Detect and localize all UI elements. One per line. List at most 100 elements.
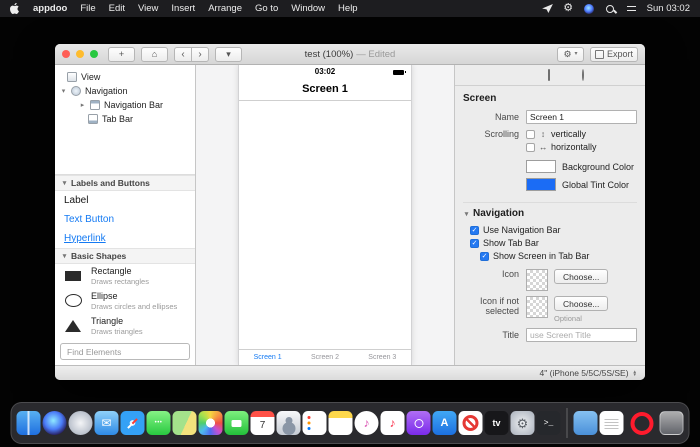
design-canvas[interactable]: 03:02 Screen 1 Screen 1 Screen 2 Screen … <box>196 65 454 365</box>
outline-item-view[interactable]: View <box>55 70 195 84</box>
apple-menu-icon[interactable] <box>10 3 21 15</box>
find-elements-field[interactable] <box>60 343 190 360</box>
dock-textedit-icon[interactable] <box>599 411 624 435</box>
outline-item-tab-bar[interactable]: Tab Bar <box>55 112 195 126</box>
menubar-clock[interactable]: Sun 03:02 <box>647 3 690 14</box>
search-input[interactable] <box>65 345 185 358</box>
dock-itunes-icon[interactable] <box>354 411 379 435</box>
phone-tab-screen-3[interactable]: Screen 3 <box>354 350 411 365</box>
dock-siri-icon[interactable] <box>42 411 67 435</box>
outline-item-navigation[interactable]: ▾ Navigation <box>55 84 195 98</box>
gear-menu-icon[interactable]: ⚙ <box>563 3 574 15</box>
dock-maps-icon[interactable] <box>172 411 197 435</box>
dock-opera-icon[interactable] <box>630 411 653 435</box>
dock-podcasts-icon[interactable] <box>406 411 431 435</box>
dock-tv-icon[interactable] <box>484 411 509 435</box>
dock-safari-icon[interactable] <box>120 411 145 435</box>
siri-icon[interactable] <box>584 3 595 15</box>
dock-notes-icon[interactable] <box>328 411 353 435</box>
shape-name: Rectangle <box>91 265 132 276</box>
forward-button[interactable]: › <box>191 46 209 62</box>
choose-unselected-icon-button[interactable]: Choose... <box>554 296 609 311</box>
zoom-window-button[interactable] <box>90 50 98 58</box>
tab-icon-well[interactable] <box>526 269 548 291</box>
dock-reminders-icon[interactable] <box>302 411 327 435</box>
background-color-well[interactable] <box>526 160 556 173</box>
menu-file[interactable]: File <box>80 3 95 14</box>
library-item-triangle[interactable]: Triangle Draws triangles <box>55 313 195 338</box>
library-item-text-button[interactable]: Text Button <box>55 210 195 229</box>
menu-help[interactable]: Help <box>338 3 358 14</box>
global-tint-color-well[interactable] <box>526 178 556 191</box>
scroll-horizontally-checkbox[interactable] <box>526 142 535 152</box>
shape-name: Triangle <box>91 315 124 326</box>
dock-facetime-icon[interactable] <box>224 411 249 435</box>
navigation-icon <box>71 86 81 96</box>
library-item-label[interactable]: Label <box>55 191 195 210</box>
menu-arrange[interactable]: Arrange <box>208 3 242 14</box>
dock-music-icon[interactable] <box>380 411 405 435</box>
menu-go-to[interactable]: Go to <box>255 3 278 14</box>
tab-transition-icon[interactable] <box>582 69 584 81</box>
unselected-icon-well[interactable] <box>526 296 548 318</box>
library-section-labels-and-buttons[interactable]: ▾ Labels and Buttons <box>55 175 195 191</box>
scroll-vertically-checkbox[interactable] <box>526 129 535 139</box>
dock-launchpad-icon[interactable] <box>68 411 93 435</box>
tab-device-icon[interactable] <box>548 69 550 81</box>
use-navigation-bar-checkbox[interactable]: ✓ <box>470 225 479 235</box>
minimize-window-button[interactable] <box>76 50 84 58</box>
library-section-basic-shapes[interactable]: ▾ Basic Shapes <box>55 247 195 264</box>
dock-photos-icon[interactable] <box>198 411 223 435</box>
home-button[interactable]: ⌂ <box>141 46 168 62</box>
disclosure-open-icon[interactable]: ▾ <box>60 87 67 95</box>
screens-dropdown-button[interactable]: ▾ <box>215 46 242 62</box>
menu-insert[interactable]: Insert <box>171 3 195 14</box>
show-screen-in-tab-bar-label: Show Screen in Tab Bar <box>493 251 590 261</box>
dock-blocked-icon[interactable] <box>458 411 483 435</box>
dock-messages-icon[interactable] <box>146 411 171 435</box>
name-label: Name <box>494 112 519 122</box>
navigation-section-header[interactable]: ▾ Navigation <box>463 202 637 219</box>
device-selector[interactable]: 4" (iPhone 5/5C/5S/SE) <box>540 368 629 378</box>
library-item-hyperlink[interactable]: Hyperlink <box>55 229 195 248</box>
phone-tab-screen-1[interactable]: Screen 1 <box>239 350 296 365</box>
title-label: Title <box>502 330 519 340</box>
menu-view[interactable]: View <box>138 3 158 14</box>
close-window-button[interactable] <box>62 50 70 58</box>
dock-mail-icon[interactable] <box>94 411 119 435</box>
menu-window[interactable]: Window <box>291 3 325 14</box>
dock-app-store-icon[interactable] <box>432 411 457 435</box>
menu-edit[interactable]: Edit <box>109 3 125 14</box>
dock-calendar-icon[interactable] <box>250 411 275 435</box>
show-tab-bar-checkbox[interactable]: ✓ <box>470 238 479 248</box>
back-button[interactable]: ‹ <box>174 46 191 62</box>
dock-trash-icon[interactable] <box>659 411 684 435</box>
dock-terminal-icon[interactable] <box>536 411 561 435</box>
outline-item-navigation-bar[interactable]: ▸ Navigation Bar <box>55 98 195 112</box>
menubar-app-name[interactable]: appdoo <box>33 3 67 14</box>
notification-center-icon[interactable] <box>626 3 637 15</box>
settings-gear-button[interactable]: ⚙ ▾ <box>556 46 584 62</box>
spotlight-icon[interactable] <box>605 3 616 15</box>
phone-navigation-bar[interactable]: Screen 1 <box>239 78 411 101</box>
export-button[interactable]: Export <box>589 46 638 62</box>
add-screen-button[interactable]: + <box>108 46 135 62</box>
dock-contacts-icon[interactable] <box>276 411 301 435</box>
show-screen-in-tab-bar-checkbox[interactable]: ✓ <box>480 251 489 261</box>
tab-title-input[interactable] <box>526 328 637 342</box>
phone-content-area[interactable] <box>239 101 411 349</box>
titlebar[interactable]: + ⌂ ‹ › ▾ test (100%) — Edited ⚙ ▾ Export <box>55 44 645 65</box>
choose-icon-button[interactable]: Choose... <box>554 269 609 284</box>
dock-downloads-folder-icon[interactable] <box>573 411 598 435</box>
library-item-ellipse[interactable]: Ellipse Draws circles and ellipses <box>55 288 195 313</box>
dock-system-preferences-icon[interactable] <box>510 411 535 435</box>
phone-status-bar: 03:02 <box>239 65 411 78</box>
library-item-rectangle[interactable]: Rectangle Draws rectangles <box>55 264 195 289</box>
screen-name-input[interactable] <box>526 110 637 124</box>
phone-tab-screen-2[interactable]: Screen 2 <box>296 350 353 365</box>
battery-icon <box>393 69 406 75</box>
device-selector-stepper-icon[interactable]: ▲ ▼ <box>633 369 637 377</box>
paper-plane-icon[interactable] <box>541 3 553 15</box>
disclosure-closed-icon[interactable]: ▸ <box>79 101 86 109</box>
dock-finder-icon[interactable] <box>16 411 41 435</box>
